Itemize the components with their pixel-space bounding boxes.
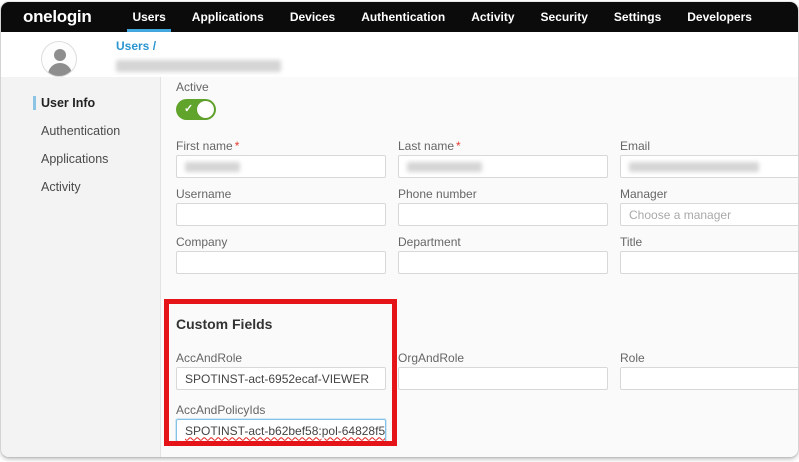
onelogin-admin-window: onelogin Users Applications Devices Auth… (1, 2, 798, 457)
custom-fields-row-2: AccAndPolicyIds SPOTINST-act-b62bef58:po… (176, 404, 798, 442)
check-icon: ✓ (184, 102, 193, 115)
last-name-input[interactable] (398, 155, 608, 178)
username-label: Username (176, 188, 386, 200)
nav-item-users[interactable]: Users (119, 2, 178, 32)
first-name-label: First name* (176, 140, 386, 152)
acc-and-role-input[interactable]: SPOTINST-act-6952ecaf-VIEWER (176, 367, 386, 390)
department-input[interactable] (398, 251, 608, 274)
redacted-text (407, 162, 482, 172)
email-label: Email (620, 140, 798, 152)
nav-menu: Users Applications Devices Authenticatio… (119, 2, 765, 32)
user-avatar-icon (41, 41, 77, 77)
custom-fields-heading: Custom Fields (176, 316, 798, 332)
field-department: Department (398, 236, 608, 274)
field-company: Company (176, 236, 386, 274)
last-name-label: Last name* (398, 140, 608, 152)
company-label: Company (176, 236, 386, 248)
sidebar-item-applications[interactable]: Applications (1, 145, 160, 173)
org-and-role-label: OrgAndRole (398, 352, 608, 364)
field-first-name: First name* (176, 140, 386, 178)
custom-fields-row-1: AccAndRole SPOTINST-act-6952ecaf-VIEWER … (176, 352, 798, 390)
acc-and-policy-ids-input[interactable]: SPOTINST-act-b62bef58:pol-64828f58 (176, 419, 386, 442)
redacted-text (185, 162, 240, 172)
active-label: Active (176, 81, 798, 93)
redacted-user-name (116, 60, 281, 72)
field-last-name: Last name* (398, 140, 608, 178)
field-role: Role (620, 352, 798, 390)
nav-item-devices[interactable]: Devices (277, 2, 348, 32)
nav-item-authentication[interactable]: Authentication (348, 2, 458, 32)
sidebar-item-user-info[interactable]: User Info (1, 89, 160, 117)
body: User Info Authentication Applications Ac… (1, 77, 798, 457)
onelogin-logo: onelogin (23, 7, 91, 27)
active-toggle[interactable]: ✓ (176, 99, 216, 120)
toggle-knob (197, 101, 214, 118)
manager-placeholder: Choose a manager (629, 208, 731, 222)
nav-item-developers[interactable]: Developers (674, 2, 765, 32)
nav-item-activity[interactable]: Activity (458, 2, 527, 32)
manager-select[interactable]: Choose a manager (620, 203, 798, 226)
breadcrumb: Users / (116, 37, 281, 72)
field-acc-and-role: AccAndRole SPOTINST-act-6952ecaf-VIEWER (176, 352, 386, 390)
profile-fields: First name* Last name* Email Username (176, 140, 798, 274)
field-phone-number: Phone number (398, 188, 608, 226)
top-nav: onelogin Users Applications Devices Auth… (1, 2, 798, 32)
nav-item-settings[interactable]: Settings (601, 2, 674, 32)
field-email: Email (620, 140, 798, 178)
first-name-input[interactable] (176, 155, 386, 178)
field-manager: Manager Choose a manager (620, 188, 798, 226)
breadcrumb-users-link[interactable]: Users / (116, 39, 156, 53)
phone-number-label: Phone number (398, 188, 608, 200)
phone-number-input[interactable] (398, 203, 608, 226)
title-input[interactable] (620, 251, 798, 274)
nav-item-applications[interactable]: Applications (179, 2, 277, 32)
field-username: Username (176, 188, 386, 226)
required-asterisk: * (456, 139, 461, 153)
required-asterisk: * (235, 139, 240, 153)
sidebar-item-authentication[interactable]: Authentication (1, 117, 160, 145)
org-and-role-input[interactable] (398, 367, 608, 390)
field-org-and-role: OrgAndRole (398, 352, 608, 390)
acc-and-policy-ids-label: AccAndPolicyIds (176, 404, 386, 416)
sidebar-item-activity[interactable]: Activity (1, 173, 160, 201)
title-label: Title (620, 236, 798, 248)
username-input[interactable] (176, 203, 386, 226)
acc-and-role-label: AccAndRole (176, 352, 386, 364)
role-input[interactable] (620, 367, 798, 390)
user-info-form: Active ✓ First name* Last name* (161, 77, 798, 457)
role-label: Role (620, 352, 798, 364)
redacted-text (629, 162, 759, 172)
company-input[interactable] (176, 251, 386, 274)
page: onelogin Users Applications Devices Auth… (0, 0, 799, 462)
manager-label: Manager (620, 188, 798, 200)
field-acc-and-policy-ids: AccAndPolicyIds SPOTINST-act-b62bef58:po… (176, 404, 386, 442)
page-header: Users / (1, 32, 798, 77)
department-label: Department (398, 236, 608, 248)
email-input[interactable] (620, 155, 798, 178)
field-title: Title (620, 236, 798, 274)
sidebar: User Info Authentication Applications Ac… (1, 77, 161, 457)
nav-item-security[interactable]: Security (528, 2, 601, 32)
